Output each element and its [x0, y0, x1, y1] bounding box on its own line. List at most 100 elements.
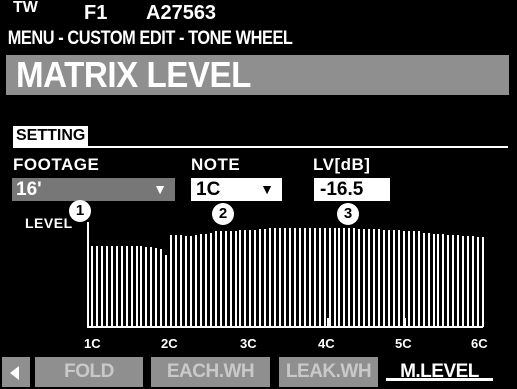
level-bar	[442, 234, 444, 326]
axis-tick-label: 6C	[471, 336, 488, 351]
level-bar	[467, 236, 469, 326]
level-bar	[185, 236, 187, 326]
level-bar	[378, 229, 380, 326]
level-graph	[0, 0, 517, 389]
level-bar	[482, 237, 484, 326]
level-bar	[477, 237, 479, 326]
level-bar	[244, 230, 246, 326]
level-bar	[398, 230, 400, 326]
level-bar	[239, 230, 241, 326]
axis-tick	[91, 318, 93, 327]
level-bar	[452, 235, 454, 326]
level-bar	[403, 231, 405, 326]
axis-tick	[170, 318, 172, 327]
level-bar	[155, 248, 157, 326]
level-bar	[472, 236, 474, 326]
tab-leak-wh[interactable]: LEAK.WH	[279, 357, 378, 387]
level-bar	[437, 234, 439, 326]
level-bar	[145, 247, 147, 326]
level-bar	[91, 246, 93, 326]
graph-cursor[interactable]	[87, 222, 89, 327]
level-bar	[126, 246, 128, 326]
level-bar	[279, 228, 281, 326]
level-bar	[175, 235, 177, 326]
axis-tick-label: 5C	[395, 336, 412, 351]
active-tab-underline	[386, 378, 493, 381]
axis-tick-label: 1C	[84, 336, 101, 351]
level-bar	[423, 233, 425, 326]
level-bar	[309, 228, 311, 326]
level-bar	[140, 246, 142, 326]
level-bar	[338, 228, 340, 326]
level-bar	[383, 230, 385, 326]
level-bar	[235, 231, 237, 326]
level-bar	[343, 228, 345, 326]
axis-tick-label: 4C	[318, 336, 335, 351]
level-bar	[334, 228, 336, 326]
level-bar	[106, 246, 108, 326]
level-bar	[408, 231, 410, 326]
level-bar	[160, 249, 162, 326]
level-bar	[195, 235, 197, 326]
level-bar	[299, 228, 301, 326]
level-bar	[329, 228, 331, 326]
level-bar	[294, 228, 296, 326]
triangle-left-icon	[10, 366, 19, 380]
axis-tick	[482, 318, 484, 327]
level-bar	[393, 230, 395, 326]
level-bar	[363, 229, 365, 326]
level-bar	[269, 228, 271, 326]
level-bar	[319, 228, 321, 326]
level-bar	[418, 231, 420, 326]
lcd-screen: TW F1 A27563 MENU - CUSTOM EDIT - TONE W…	[0, 0, 517, 389]
level-bar	[264, 229, 266, 326]
level-bar	[413, 231, 415, 326]
level-bar	[284, 228, 286, 326]
level-bar	[116, 246, 118, 326]
level-bar	[314, 228, 316, 326]
level-bar	[289, 228, 291, 326]
tab-fold[interactable]: FOLD	[35, 357, 143, 387]
level-bar	[254, 230, 256, 326]
tab-m-level[interactable]: M.LEVEL	[386, 357, 493, 387]
axis-tick	[249, 318, 251, 327]
level-bar	[190, 236, 192, 326]
level-bar	[368, 229, 370, 326]
level-bar	[230, 231, 232, 326]
graph-axis	[87, 326, 483, 328]
tab-each-wh[interactable]: EACH.WH	[151, 357, 270, 387]
tab-back-button[interactable]	[2, 357, 30, 387]
level-bar	[462, 236, 464, 326]
level-bar	[165, 255, 167, 326]
level-bar	[180, 235, 182, 326]
level-bar	[428, 233, 430, 326]
axis-tick	[404, 318, 406, 327]
axis-tick-label: 3C	[240, 336, 257, 351]
level-bar	[388, 230, 390, 326]
level-bar	[170, 235, 172, 326]
axis-tick	[327, 318, 329, 327]
level-bar	[249, 230, 251, 326]
level-bar	[215, 231, 217, 326]
function-tab-bar: FOLD EACH.WH LEAK.WH M.LEVEL	[0, 351, 517, 389]
level-bar	[225, 231, 227, 326]
level-bar	[131, 246, 133, 326]
axis-tick-label: 2C	[161, 336, 178, 351]
level-bar	[447, 235, 449, 326]
level-bar	[121, 246, 123, 326]
level-bar	[324, 228, 326, 326]
level-bar	[348, 228, 350, 326]
level-bar	[96, 246, 98, 326]
level-bar	[457, 235, 459, 326]
level-bar	[353, 228, 355, 326]
level-bar	[259, 229, 261, 326]
level-bar	[373, 229, 375, 326]
level-bar	[205, 234, 207, 326]
level-bar	[220, 231, 222, 326]
level-bar	[433, 234, 435, 326]
level-bar	[304, 228, 306, 326]
level-bar	[210, 233, 212, 326]
level-bar	[136, 246, 138, 326]
level-bar	[111, 246, 113, 326]
level-bar	[101, 246, 103, 326]
